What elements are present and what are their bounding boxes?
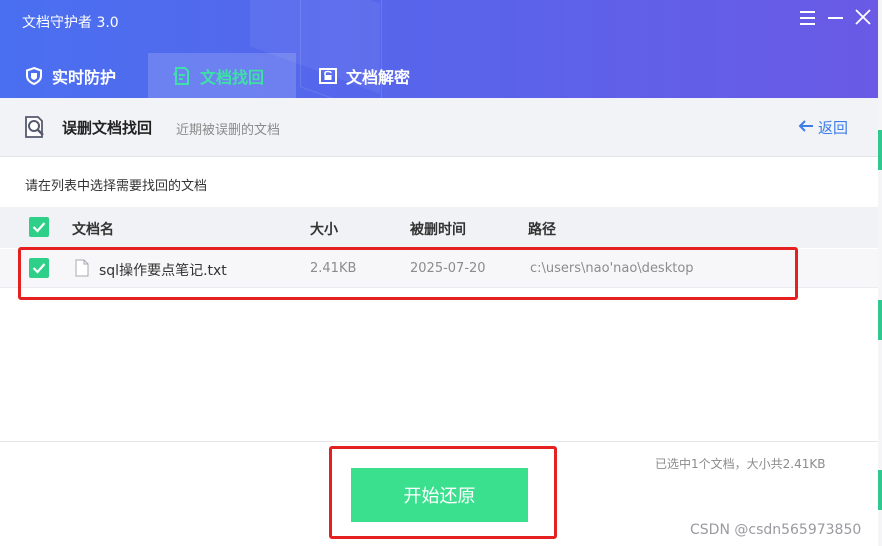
selection-summary: 已选中1个文档，大小共2.41KB [655, 457, 826, 471]
menu-icon[interactable] [797, 6, 819, 28]
close-icon[interactable] [852, 6, 874, 28]
instruction-text: 请在列表中选择需要找回的文档 [25, 179, 208, 194]
section-header: 误删文档找回 近期被误删的文档 返回 [0, 98, 878, 157]
checkmark-icon [32, 263, 46, 274]
section-title: 误删文档找回 [62, 119, 153, 137]
section-description: 近期被误删的文档 [176, 123, 281, 138]
tab-label: 实时防护 [52, 67, 117, 87]
divider [0, 441, 878, 442]
tab-label: 文档解密 [346, 67, 411, 87]
minimize-icon[interactable] [825, 6, 847, 28]
window-edge [878, 0, 882, 546]
shield-icon [24, 66, 44, 86]
unlock-folder-icon [318, 66, 338, 86]
edge-accent [878, 470, 882, 510]
title-bar: 文档守护者 3.0 实时防护 文档找回 文档解密 [0, 0, 878, 98]
document-search-icon [23, 115, 49, 139]
tab-realtime-protection[interactable]: 实时防护 [0, 53, 146, 98]
tab-document-decrypt[interactable]: 文档解密 [300, 53, 450, 98]
deleted-time: 2025-07-20 [410, 261, 486, 276]
file-path: c:\users\nao'nao\desktop [530, 261, 694, 276]
table-header: 文档名 大小 被删时间 路径 [0, 207, 878, 248]
table-row[interactable]: sql操作要点笔记.txt 2.41KB 2025-07-20 c:\users… [0, 249, 878, 288]
app-window: 文档守护者 3.0 实时防护 文档找回 文档解密 误删文档找回 近期被误删的文档… [0, 0, 878, 546]
column-deleted-time[interactable]: 被删时间 [410, 219, 466, 239]
column-size[interactable]: 大小 [310, 219, 338, 239]
document-recover-icon [172, 66, 192, 86]
row-checkbox[interactable] [29, 258, 49, 278]
tab-label: 文档找回 [200, 67, 265, 87]
arrow-left-icon [798, 119, 814, 137]
start-restore-button[interactable]: 开始还原 [351, 468, 528, 522]
column-name[interactable]: 文档名 [72, 219, 114, 239]
edge-accent [878, 300, 882, 340]
file-size: 2.41KB [310, 261, 357, 276]
tab-document-recovery[interactable]: 文档找回 [148, 53, 296, 98]
checkmark-icon [32, 222, 46, 233]
edge-accent [878, 130, 882, 170]
column-path[interactable]: 路径 [528, 219, 556, 239]
text-file-icon [75, 259, 89, 281]
back-button[interactable]: 返回 [798, 117, 848, 138]
file-name: sql操作要点笔记.txt [99, 263, 227, 279]
app-title: 文档守护者 3.0 [22, 15, 119, 31]
back-label: 返回 [818, 119, 849, 137]
select-all-checkbox[interactable] [29, 217, 49, 237]
watermark: CSDN @csdn565973850 [690, 522, 862, 538]
